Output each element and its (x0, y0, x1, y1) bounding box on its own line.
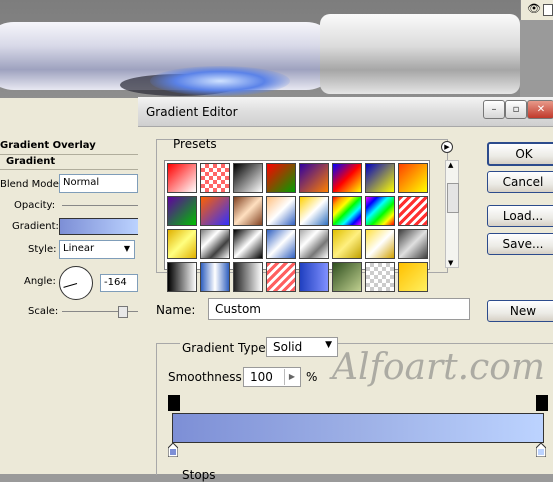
scale-slider-thumb[interactable] (118, 306, 128, 318)
style-label: Style: (28, 244, 57, 255)
maximize-button[interactable]: ▫ (505, 100, 527, 119)
opacity-slider[interactable] (62, 205, 138, 206)
cancel-button[interactable]: Cancel (487, 171, 553, 193)
section-title: Gradient Overlay (0, 140, 96, 151)
color-stop-left[interactable] (168, 443, 178, 457)
preset-swatch[interactable] (365, 163, 395, 193)
gradient-preview-bar[interactable] (172, 413, 544, 443)
smoothness-arrow-icon[interactable]: ▶ (284, 369, 299, 385)
scale-label: Scale: (28, 306, 59, 317)
blend-mode-select[interactable]: Normal (59, 174, 138, 193)
gradient-type-label: Gradient Type: (180, 341, 272, 355)
preset-swatch[interactable] (266, 262, 296, 292)
preset-swatch[interactable] (233, 229, 263, 259)
smoothness-label: Smoothness: (168, 370, 246, 384)
preset-swatch[interactable] (200, 229, 230, 259)
layers-panel-strip: 👁 (520, 0, 553, 20)
gradient-type-value: Solid (273, 340, 303, 354)
scroll-up-icon[interactable]: ▲ (448, 161, 453, 169)
preset-swatch[interactable] (332, 163, 362, 193)
preset-swatch[interactable] (233, 196, 263, 226)
ok-button[interactable]: OK (487, 142, 553, 166)
preset-swatch[interactable] (365, 229, 395, 259)
gradient-type-select[interactable]: Solid ▼ (266, 337, 338, 357)
preset-swatch[interactable] (299, 262, 329, 292)
scroll-down-icon[interactable]: ▼ (448, 259, 453, 267)
document-canvas (0, 0, 520, 100)
new-button[interactable]: New (487, 300, 553, 322)
preset-swatch[interactable] (200, 262, 230, 292)
preset-swatch[interactable] (200, 163, 230, 193)
opacity-stop-right[interactable] (536, 395, 548, 411)
dialog-title: Gradient Editor (146, 105, 238, 119)
presets-scrollbar[interactable]: ▲ ▼ (445, 160, 459, 268)
gradient-swatch[interactable] (59, 218, 140, 235)
preset-swatch[interactable] (233, 262, 263, 292)
preset-swatch[interactable] (167, 196, 197, 226)
preset-swatch[interactable] (233, 163, 263, 193)
preset-swatch[interactable] (299, 229, 329, 259)
smoothness-unit: % (306, 370, 318, 384)
color-stop-right[interactable] (536, 443, 546, 457)
subsection-title: Gradient (6, 156, 56, 167)
preset-swatch[interactable] (200, 196, 230, 226)
name-label: Name: (156, 303, 196, 317)
angle-dial[interactable] (59, 266, 93, 300)
preset-swatch[interactable] (167, 229, 197, 259)
opacity-stop-left[interactable] (168, 395, 180, 411)
preset-swatch[interactable] (266, 163, 296, 193)
minimize-button[interactable]: – (483, 100, 505, 119)
save-button[interactable]: Save... (487, 233, 553, 255)
preset-swatch[interactable] (167, 262, 197, 292)
name-field[interactable]: Custom (208, 298, 470, 320)
preset-swatch[interactable] (365, 196, 395, 226)
eye-icon[interactable]: 👁 (527, 2, 541, 15)
load-button[interactable]: Load... (487, 205, 553, 227)
gradient-label: Gradient: (12, 221, 59, 232)
artwork-cap (320, 14, 520, 94)
preset-swatch[interactable] (332, 196, 362, 226)
preset-swatch[interactable] (398, 163, 428, 193)
watermark: Alfoart.com (332, 347, 546, 388)
preset-swatch[interactable] (398, 229, 428, 259)
chevron-down-icon: ▼ (123, 244, 130, 253)
presets-label: Presets (173, 137, 217, 151)
angle-input[interactable]: -164 (100, 274, 138, 292)
chevron-down-icon: ▼ (325, 340, 332, 350)
preset-swatch[interactable] (365, 262, 395, 292)
preset-swatch[interactable] (299, 196, 329, 226)
preset-swatch[interactable] (332, 229, 362, 259)
layer-style-panel: Gradient Overlay Gradient Blend Mode: No… (0, 98, 140, 474)
preset-swatch[interactable] (332, 262, 362, 292)
opacity-label: Opacity: (14, 200, 56, 211)
preset-swatch[interactable] (266, 229, 296, 259)
stops-label: Stops (182, 468, 216, 482)
close-button[interactable]: ✕ (527, 100, 553, 119)
preset-swatch[interactable] (398, 196, 428, 226)
gradient-editor-dialog: Gradient Editor – ▫ ✕ Presets ▶ ▲ ▼ OK C… (138, 97, 553, 482)
blend-mode-label: Blend Mode: (0, 179, 63, 190)
preset-swatch[interactable] (266, 196, 296, 226)
preset-swatch[interactable] (299, 163, 329, 193)
angle-label: Angle: (24, 276, 56, 287)
presets-grid (164, 160, 430, 292)
layer-checkbox[interactable] (543, 4, 553, 16)
angle-needle (63, 283, 78, 288)
title-bar[interactable]: Gradient Editor – ▫ ✕ (138, 97, 553, 127)
style-select[interactable]: Linear ▼ (59, 240, 135, 259)
preset-swatch[interactable] (398, 262, 428, 292)
artwork-glow (150, 66, 290, 96)
preset-swatch[interactable] (167, 163, 197, 193)
presets-menu-icon[interactable]: ▶ (441, 141, 453, 153)
style-value: Linear (63, 243, 95, 254)
scrollbar-thumb[interactable] (447, 183, 459, 213)
